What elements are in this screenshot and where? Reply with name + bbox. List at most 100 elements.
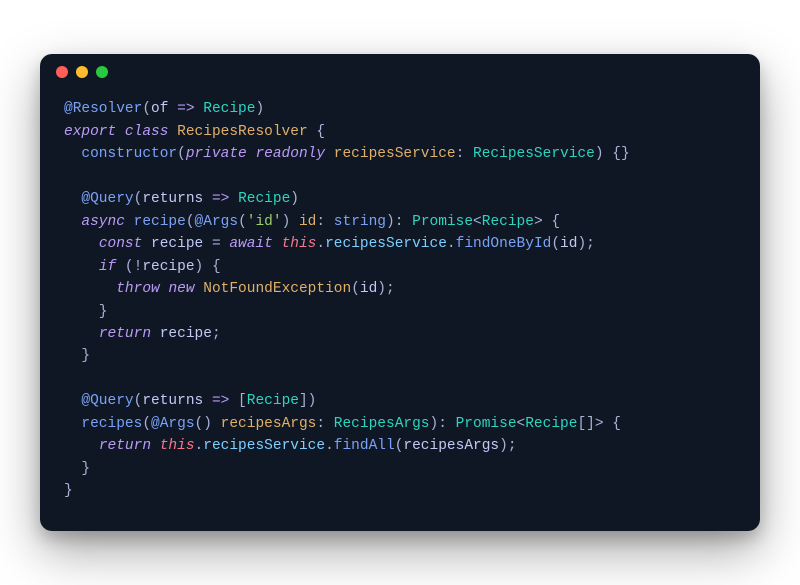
token-punct	[325, 146, 334, 162]
token-punct	[151, 326, 160, 342]
token-punct	[125, 214, 134, 230]
token-this: this	[160, 438, 195, 454]
token-punct: }	[64, 348, 90, 364]
token-punct: (	[551, 236, 560, 252]
code-line: throw new NotFoundException(id);	[64, 278, 736, 300]
token-type: Recipe	[203, 101, 255, 117]
token-prop: recipesService	[325, 236, 447, 252]
code-line: }	[64, 458, 736, 480]
token-punct: ) {	[195, 259, 221, 275]
code-line: }	[64, 480, 736, 502]
token-punct: =	[203, 236, 229, 252]
token-keyword: if	[99, 259, 116, 275]
token-punct: []> {	[577, 416, 621, 432]
code-line: @Query(returns => Recipe)	[64, 188, 736, 210]
code-line: const recipe = await this.recipesService…	[64, 233, 736, 255]
token-type: Recipe	[247, 393, 299, 409]
token-keyword: export	[64, 124, 116, 140]
token-ident: id	[560, 236, 577, 252]
token-keyword: class	[125, 124, 169, 140]
token-punct: .	[325, 438, 334, 454]
token-punct	[64, 281, 116, 297]
token-decorator: @Resolver	[64, 101, 142, 117]
token-punct	[64, 236, 99, 252]
token-punct	[229, 191, 238, 207]
token-punct	[195, 281, 204, 297]
token-punct: ):	[386, 214, 412, 230]
token-punct: :	[316, 214, 333, 230]
token-method: recipe	[134, 214, 186, 230]
code-line: return recipe;	[64, 323, 736, 345]
code-line: constructor(private readonly recipesServ…	[64, 143, 736, 165]
token-punct: (	[351, 281, 360, 297]
token-punct: )	[290, 191, 299, 207]
token-punct	[116, 124, 125, 140]
token-punct: (	[177, 146, 186, 162]
token-string: 'id'	[247, 214, 282, 230]
token-ident: returns	[142, 393, 203, 409]
token-punct	[64, 191, 81, 207]
token-punct: ):	[430, 416, 456, 432]
code-line: if (!recipe) {	[64, 256, 736, 278]
token-punct: (	[186, 214, 195, 230]
token-punct	[142, 236, 151, 252]
token-decorator: @Query	[81, 393, 133, 409]
token-param: id	[299, 214, 316, 230]
token-keyword: const	[99, 236, 143, 252]
token-method: findOneById	[456, 236, 552, 252]
token-keyword: new	[168, 281, 194, 297]
token-punct: :	[316, 416, 333, 432]
token-punct	[273, 236, 282, 252]
token-punct: > {	[534, 214, 560, 230]
token-punct: <	[517, 416, 526, 432]
token-punct	[64, 146, 81, 162]
token-type: Promise	[412, 214, 473, 230]
code-line: export class RecipesResolver {	[64, 121, 736, 143]
token-method: recipes	[81, 416, 142, 432]
token-ident: id	[360, 281, 377, 297]
close-icon[interactable]	[56, 66, 68, 78]
token-punct: (	[238, 214, 247, 230]
code-line: @Query(returns => [Recipe])	[64, 390, 736, 412]
token-punct	[64, 326, 99, 342]
token-punct: )	[255, 101, 264, 117]
code-window: @Resolver(of => Recipe)export class Reci…	[40, 54, 760, 530]
token-ident: returns	[142, 191, 203, 207]
token-punct: ) {}	[595, 146, 630, 162]
token-ident: recipe	[151, 236, 203, 252]
token-arrow: =>	[212, 191, 229, 207]
token-ident: recipesArgs	[403, 438, 499, 454]
code-line: }	[64, 301, 736, 323]
token-punct	[168, 101, 177, 117]
code-line: }	[64, 345, 736, 367]
token-punct: ])	[299, 393, 316, 409]
token-decorator: @Query	[81, 191, 133, 207]
token-keyword: await	[229, 236, 273, 252]
code-block: @Resolver(of => Recipe)export class Reci…	[40, 90, 760, 530]
token-punct	[195, 101, 204, 117]
token-punct: :	[456, 146, 473, 162]
token-keyword: readonly	[255, 146, 325, 162]
token-this: this	[282, 236, 317, 252]
token-punct: .	[316, 236, 325, 252]
code-line: return this.recipesService.findAll(recip…	[64, 435, 736, 457]
token-type: RecipesService	[473, 146, 595, 162]
token-punct	[64, 214, 81, 230]
token-class-name: RecipesResolver	[177, 124, 308, 140]
token-punct: }	[64, 304, 108, 320]
token-ident: recipe	[142, 259, 194, 275]
token-punct: ()	[195, 416, 221, 432]
token-keyword: throw	[116, 281, 160, 297]
code-line: @Resolver(of => Recipe)	[64, 98, 736, 120]
token-ident: recipe	[160, 326, 212, 342]
token-type: Recipe	[482, 214, 534, 230]
token-builtin: string	[334, 214, 386, 230]
token-punct: (	[142, 101, 151, 117]
token-ident: of	[151, 101, 168, 117]
token-punct	[64, 416, 81, 432]
minimize-icon[interactable]	[76, 66, 88, 78]
token-punct: }	[64, 483, 73, 499]
token-punct: );	[499, 438, 516, 454]
token-punct	[203, 393, 212, 409]
zoom-icon[interactable]	[96, 66, 108, 78]
